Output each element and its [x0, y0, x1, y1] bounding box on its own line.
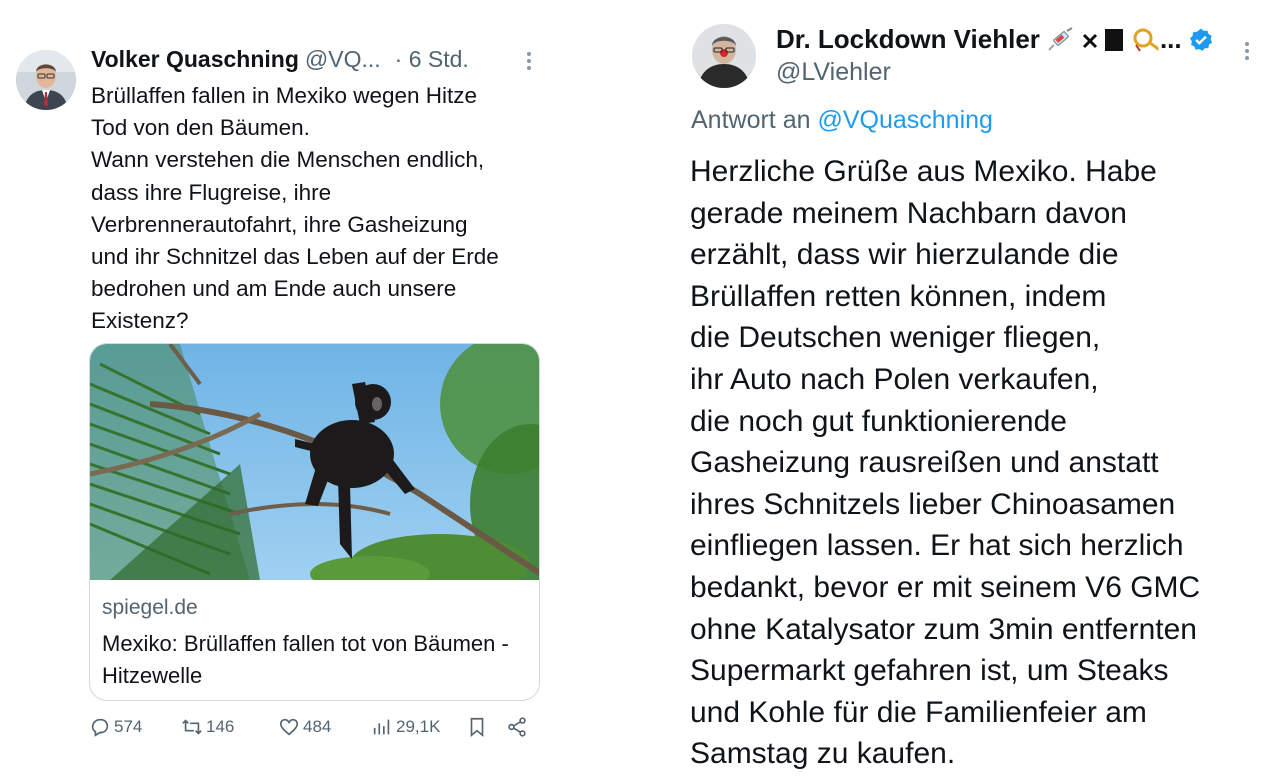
- tweet-text-line: einfliegen lassen. Er hat sich herzlich: [690, 529, 1184, 563]
- reply-button[interactable]: 574: [89, 716, 142, 738]
- author-name[interactable]: Dr. Lockdown Viehler: [776, 24, 1040, 55]
- tweet-text-line: und ihr Schnitzel das Leben auf der Erde: [91, 244, 499, 270]
- like-count: 484: [303, 717, 332, 736]
- tweet-text-line: die noch gut funktionierende: [690, 404, 1067, 438]
- tweet-text-line: Herzliche Grüße aus Mexiko. Habe: [690, 155, 1157, 188]
- share-button[interactable]: [506, 716, 531, 738]
- tweet-text-line: Wann verstehen die Menschen endlich,: [91, 147, 485, 173]
- black-square-icon: [1104, 27, 1124, 53]
- tweet-text-line: die Deutschen weniger fliegen,: [690, 321, 1101, 355]
- heart-icon: [279, 718, 299, 736]
- avatar[interactable]: [16, 50, 76, 110]
- views-count: 29,1K: [396, 717, 441, 736]
- like-button[interactable]: 484: [278, 716, 331, 738]
- repost-button[interactable]: 146: [181, 716, 234, 738]
- reply-icon: [91, 718, 109, 737]
- author-handle[interactable]: @VQ...: [305, 46, 381, 73]
- tweet-text-line: Supermarkt gefahren ist, um Steaks: [690, 654, 1169, 688]
- link-card[interactable]: spiegel.de Mexiko: Brüllaffen fallen tot…: [89, 343, 540, 701]
- author-handle[interactable]: @LViehler: [776, 58, 891, 87]
- tweet-text-line: gerade meinem Nachbarn davon: [690, 196, 1127, 230]
- share-icon: [508, 717, 526, 737]
- tweet-text-line: Verbrennerautofahrt, ihre Gasheizung: [91, 211, 468, 237]
- tweet-text-line: dass ihre Flugreise, ihre: [91, 179, 332, 205]
- views-icon: [373, 719, 390, 735]
- bookmark-icon: [470, 717, 484, 738]
- views-button[interactable]: 29,1K: [371, 716, 440, 738]
- more-options-icon[interactable]: [1240, 40, 1254, 64]
- tweet-text: Herzliche Grüße aus Mexiko. Habe gerade …: [690, 151, 1280, 775]
- name-ellipsis: ...: [1159, 24, 1182, 54]
- action-bar: 574 146 484 29,1K: [89, 716, 539, 744]
- verified-badge-icon: [1189, 28, 1212, 51]
- more-options-icon[interactable]: [522, 50, 536, 74]
- avatar[interactable]: [692, 24, 756, 88]
- tweet-text-line: Brüllaffen retten können, indem: [690, 279, 1107, 313]
- card-title: Mexiko: Brüllaffen fallen tot von Bäumen…: [102, 631, 509, 688]
- tweet-text-line: ihres Schnitzels lieber Chinoasamen: [690, 487, 1176, 521]
- tweet-text-line: und Kohle für die Familienfeier am: [690, 695, 1147, 729]
- bookmark-button[interactable]: [466, 716, 491, 738]
- tweet-text-line: Brüllaffen fallen in Mexiko wegen Hitze: [91, 83, 478, 108]
- reply-count: 574: [114, 717, 143, 736]
- reply-context: Antwort an @VQuaschning: [691, 106, 993, 135]
- tweet-text-line: Tod von den Bäumen.: [91, 115, 310, 141]
- reply-to-link[interactable]: @VQuaschning: [817, 106, 992, 134]
- repost-count: 146: [206, 717, 235, 736]
- cross-mark-icon: [1082, 29, 1098, 51]
- postal-horn-icon: [1130, 27, 1160, 53]
- syringe-icon: [1046, 26, 1076, 53]
- card-image: [90, 344, 539, 580]
- card-domain: spiegel.de: [102, 596, 198, 619]
- author-name[interactable]: Volker Quaschning: [91, 46, 299, 73]
- tweet-text-line: Samstag zu kaufen.: [690, 737, 956, 771]
- tweet-text-line: Existenz?: [91, 308, 189, 334]
- left-tweet: Volker Quaschning @VQ... · 6 Std. Brülla…: [0, 0, 560, 784]
- tweet-header: Volker Quaschning @VQ... · 6 Std.: [91, 46, 469, 73]
- tweet-text-line: ohne Katalysator zum 3min entfernten: [690, 612, 1197, 646]
- right-tweet: Dr. Lockdown Viehler ... @LViehler Antwo…: [680, 0, 1280, 784]
- tweet-text-line: erzählt, dass wir hierzulande die: [690, 238, 1119, 272]
- author-name-row: Dr. Lockdown Viehler ...: [776, 24, 1214, 55]
- tweet-time[interactable]: · 6 Std.: [395, 46, 469, 73]
- tweet-text-line: bedrohen und am Ende auch unsere: [91, 276, 457, 302]
- tweet-text-line: bedankt, bevor er mit seinem V6 GMC: [690, 570, 1201, 604]
- tweet-text: Brüllaffen fallen in Mexiko wegen Hitze …: [91, 80, 551, 338]
- repost-icon: [182, 719, 202, 735]
- reply-prefix: Antwort an: [691, 106, 811, 134]
- tweet-text-line: Gasheizung rausreißen und anstatt: [690, 446, 1159, 480]
- tweet-text-line: ihr Auto nach Polen verkaufen,: [690, 362, 1099, 396]
